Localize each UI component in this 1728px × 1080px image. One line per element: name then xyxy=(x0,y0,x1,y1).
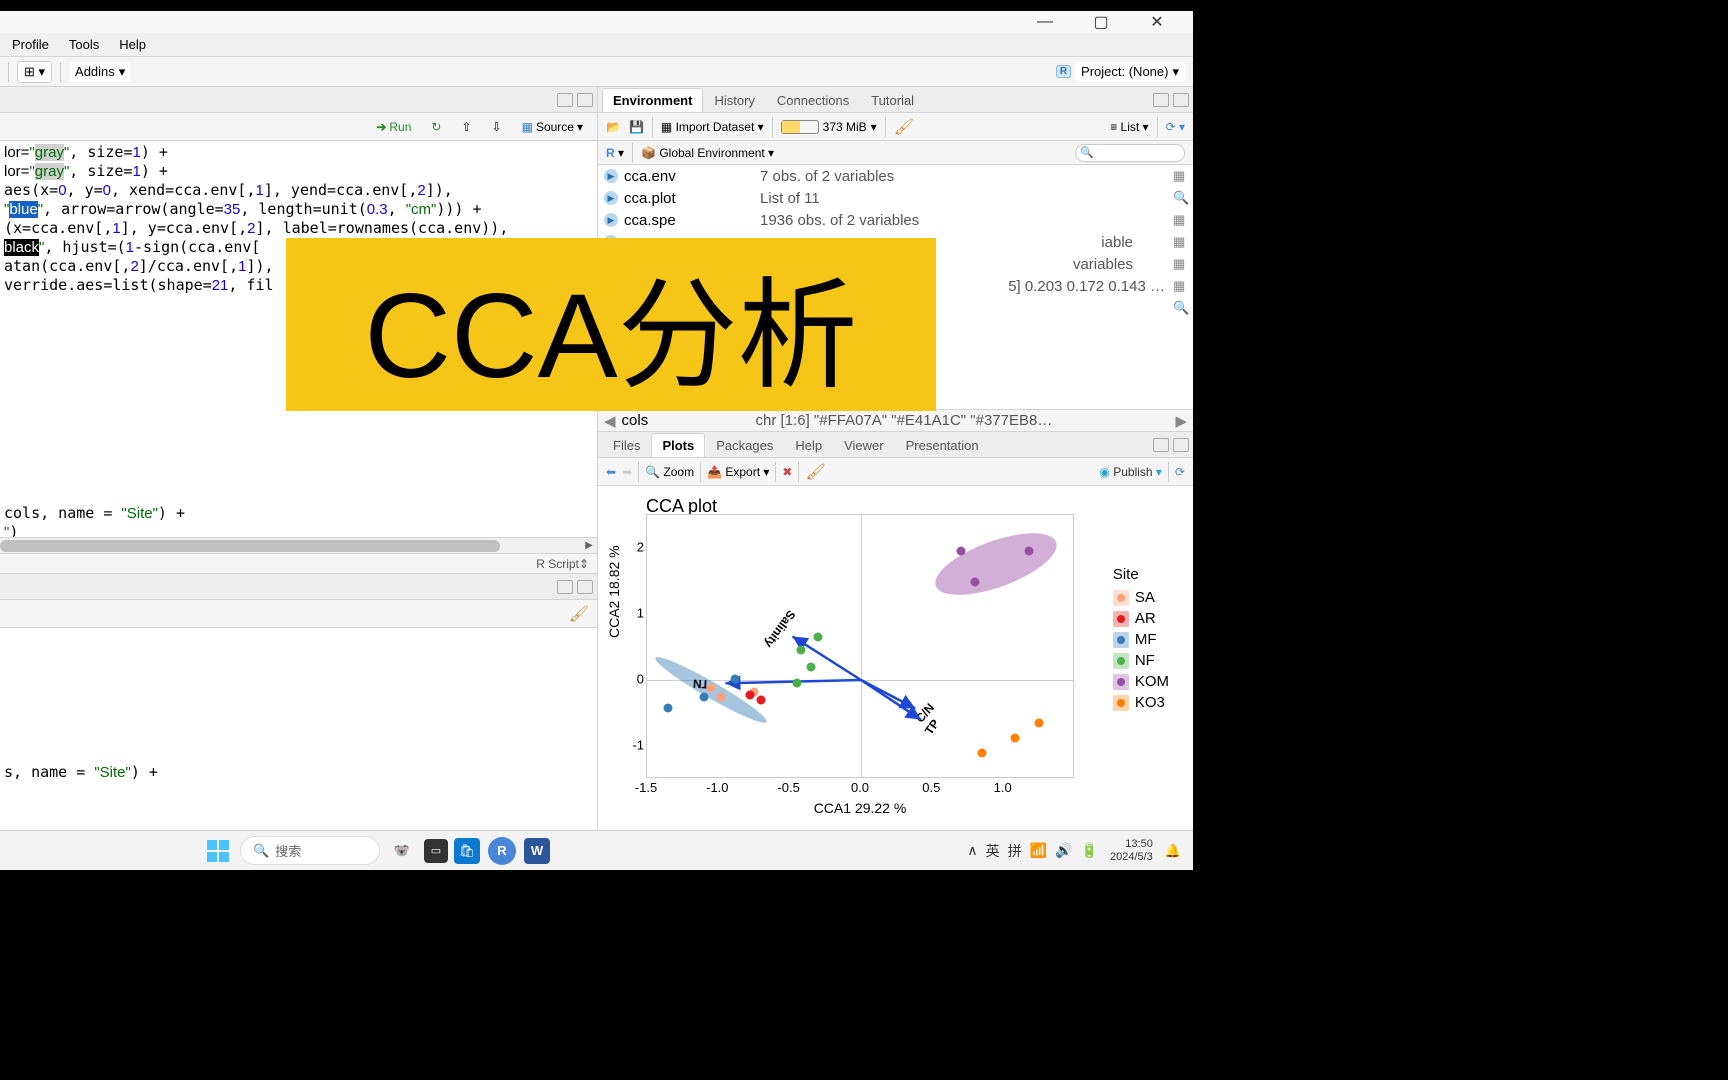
maximize-pane-icon[interactable] xyxy=(577,580,593,594)
tab-plots[interactable]: Plots xyxy=(651,433,705,457)
rstudio-window: — ▢ ✕ Profile Tools Help ⊞ ▾ Addins ▾ R … xyxy=(0,11,1193,831)
grid-icon: ▦ xyxy=(1173,256,1193,272)
battery-icon[interactable]: 🔋 xyxy=(1081,842,1098,859)
chart-legend: Site SAARMFNFKOMKO3 xyxy=(1113,566,1169,715)
menu-profile[interactable]: Profile xyxy=(4,35,57,54)
ime-language[interactable]: 英 xyxy=(986,841,1000,861)
x-axis-label: CCA1 29.22 % xyxy=(646,800,1074,816)
tab-tutorial[interactable]: Tutorial xyxy=(860,88,925,112)
export-button[interactable]: 📤 Export ▾ xyxy=(707,465,769,479)
horizontal-scrollbar[interactable]: ▶ xyxy=(0,537,597,553)
refresh-plot-icon[interactable]: ⟳ xyxy=(1175,465,1185,479)
plot-pane: Files Plots Packages Help Viewer Present… xyxy=(598,432,1193,831)
load-workspace-icon[interactable]: 📂 xyxy=(606,120,621,134)
maximize-pane-icon[interactable] xyxy=(1173,93,1189,107)
tray-expand-icon[interactable]: ∧ xyxy=(967,842,977,859)
tab-help[interactable]: Help xyxy=(784,433,833,457)
run-button[interactable]: ➔Run xyxy=(370,118,417,136)
maximize-pane-icon[interactable] xyxy=(1173,438,1189,452)
menu-help[interactable]: Help xyxy=(111,35,154,54)
maximize-pane-icon[interactable] xyxy=(577,93,593,107)
search-icon: 🔍 xyxy=(1173,300,1193,316)
clear-plots-icon[interactable]: 🖌 xyxy=(805,462,825,482)
tab-history[interactable]: History xyxy=(703,88,765,112)
windows-taskbar: 🔍 搜索 🐨 ▭ 🛍 R W ∧ 英 拼 📶 🔊 🔋 13:50 2024/5/… xyxy=(0,830,1193,870)
prev-plot-icon[interactable]: ⬅ xyxy=(606,465,616,479)
env-search-input[interactable]: 🔍 xyxy=(1075,144,1185,162)
tab-packages[interactable]: Packages xyxy=(705,433,784,457)
save-workspace-icon[interactable]: 💾 xyxy=(629,120,644,134)
taskbar-app-rstudio[interactable]: R xyxy=(486,835,518,867)
system-clock[interactable]: 13:50 2024/5/3 xyxy=(1110,838,1153,864)
script-type-label[interactable]: R Script xyxy=(536,557,579,571)
menu-tools[interactable]: Tools xyxy=(61,35,107,54)
start-button[interactable] xyxy=(202,835,234,867)
minimize-pane-icon[interactable] xyxy=(557,580,573,594)
re-run-button[interactable]: ↻ xyxy=(425,118,447,136)
zoom-button[interactable]: 🔍 Zoom xyxy=(645,465,694,479)
tab-presentation[interactable]: Presentation xyxy=(895,433,990,457)
tab-connections[interactable]: Connections xyxy=(766,88,860,112)
plot-tabs: Files Plots Packages Help Viewer Present… xyxy=(598,432,1193,458)
titlebar: — ▢ ✕ xyxy=(0,11,1193,33)
r-scope-button[interactable]: R ▾ xyxy=(606,146,624,160)
plot-canvas: CCA plot CCA2 18.82 % -1012 SalinityTNC/… xyxy=(598,486,1193,831)
project-badge-icon: R xyxy=(1056,65,1071,78)
tab-environment[interactable]: Environment xyxy=(602,88,703,112)
down-button[interactable]: ⇩ xyxy=(486,118,508,136)
minimize-pane-icon[interactable] xyxy=(1153,438,1169,452)
up-button[interactable]: ⇧ xyxy=(455,118,477,136)
taskbar-app-koala[interactable]: 🐨 xyxy=(386,835,418,867)
grid-icon: ▦ xyxy=(1173,212,1193,228)
minimize-pane-icon[interactable] xyxy=(1153,93,1169,107)
env-row[interactable]: ▶cca.plotList of 11🔍 xyxy=(598,187,1193,209)
ime-mode[interactable]: 拼 xyxy=(1008,841,1022,861)
view-mode-button[interactable]: ≡ List ▾ xyxy=(1110,120,1148,134)
minimize-button[interactable]: — xyxy=(1029,11,1061,33)
source-button[interactable]: ▦ Source ▾ xyxy=(516,118,589,136)
taskbar-search[interactable]: 🔍 搜索 xyxy=(240,836,380,865)
close-button[interactable]: ✕ xyxy=(1141,11,1173,33)
minimize-pane-icon[interactable] xyxy=(557,93,573,107)
taskbar-app-explorer[interactable]: ▭ xyxy=(424,839,448,863)
menubar: Profile Tools Help xyxy=(0,33,1193,57)
console-pane: 🖌 s, name = "Site") + xyxy=(0,574,597,831)
grid-view-button[interactable]: ⊞ ▾ xyxy=(17,61,52,83)
env-row[interactable]: ▶cca.spe1936 obs. of 2 variables▦ xyxy=(598,209,1193,231)
overlay-banner: CCA分析 xyxy=(286,238,936,411)
taskbar-app-word[interactable]: W xyxy=(524,838,550,864)
tab-files[interactable]: Files xyxy=(602,433,651,457)
notifications-icon[interactable]: 🔔 xyxy=(1165,843,1181,859)
volume-icon[interactable]: 🔊 xyxy=(1055,842,1072,859)
search-icon: 🔍 xyxy=(1173,190,1193,206)
env-footer-name: cols xyxy=(616,412,756,429)
grid-icon: ▦ xyxy=(1173,234,1193,250)
addins-button[interactable]: Addins ▾ xyxy=(69,62,131,82)
tab-viewer[interactable]: Viewer xyxy=(833,433,895,457)
project-menu[interactable]: Project: (None) ▾ xyxy=(1075,62,1185,82)
next-plot-icon[interactable]: ➡ xyxy=(622,465,632,479)
clear-console-icon[interactable]: 🖌 xyxy=(569,604,589,624)
import-dataset-button[interactable]: ▦ Import Dataset ▾ xyxy=(661,120,764,134)
publish-button[interactable]: ◉ Publish ▾ xyxy=(1099,465,1162,479)
grid-icon: ▦ xyxy=(1173,278,1193,294)
pane-container: ➔Run ↻ ⇧ ⇩ ▦ Source ▾ lor="gray", size=1… xyxy=(0,87,1193,831)
global-env-button[interactable]: 📦 Global Environment ▾ xyxy=(641,146,774,160)
grid-icon: ▦ xyxy=(1173,168,1193,184)
refresh-icon[interactable]: ⟳ ▾ xyxy=(1166,120,1185,134)
wifi-icon[interactable]: 📶 xyxy=(1030,842,1047,859)
remove-plot-icon[interactable]: ✖ xyxy=(782,465,792,479)
env-footer-val: chr [1:6] "#FFA07A" "#E41A1C" "#377EB8… xyxy=(756,412,1176,429)
clear-env-icon[interactable]: 🖌 xyxy=(894,117,914,137)
memory-usage[interactable]: 373 MiB ▾ xyxy=(781,120,877,134)
maximize-button[interactable]: ▢ xyxy=(1085,11,1117,33)
env-row[interactable]: ▶cca.env7 obs. of 2 variables▦ xyxy=(598,165,1193,187)
env-tabs: Environment History Connections Tutorial xyxy=(598,87,1193,113)
taskbar-app-store[interactable]: 🛍 xyxy=(454,838,480,864)
console-output[interactable]: s, name = "Site") + xyxy=(0,628,597,831)
main-toolbar: ⊞ ▾ Addins ▾ R Project: (None) ▾ xyxy=(0,57,1193,87)
